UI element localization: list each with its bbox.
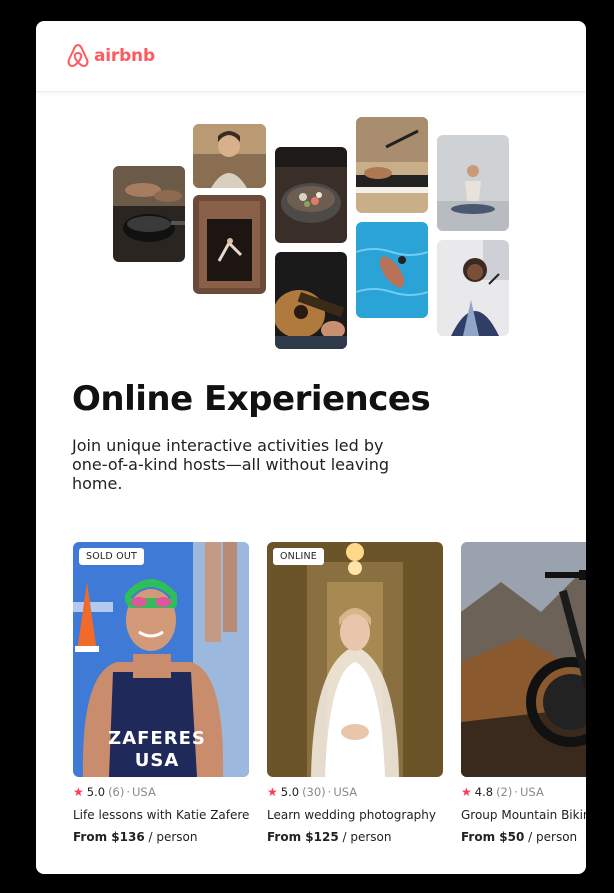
- separator-dot: ·: [327, 785, 332, 799]
- collage-photo-singer: [437, 240, 509, 336]
- experience-name[interactable]: Group Mountain Biking: [461, 808, 586, 822]
- rating-row: ★ 4.8 (2) · USA: [461, 785, 586, 799]
- experience-photo[interactable]: ONLINE: [267, 542, 443, 777]
- price-value: From $50: [461, 830, 525, 844]
- experience-photo[interactable]: [461, 542, 586, 777]
- experience-photo[interactable]: ZAFERES USA SOLD OUT: [73, 542, 249, 777]
- rating-row: ★ 5.0 (6) · USA: [73, 785, 249, 799]
- rating-value: 5.0: [86, 785, 106, 799]
- review-count: (30): [302, 785, 326, 799]
- rating-value: 4.8: [474, 785, 494, 799]
- price-row: From $125 / person: [267, 830, 443, 844]
- country: USA: [132, 785, 156, 799]
- collage-photo-guitar: [275, 252, 347, 349]
- price-value: From $136: [73, 830, 145, 844]
- collage-photo-yoga: [437, 135, 509, 231]
- hero-collage: [36, 21, 586, 361]
- experience-name[interactable]: Learn wedding photography: [267, 808, 443, 822]
- collage-photo-swimmer: [356, 222, 428, 318]
- star-icon: ★: [461, 785, 472, 799]
- review-count: (2): [496, 785, 513, 799]
- experience-name[interactable]: Life lessons with Katie Zaferes: [73, 808, 249, 822]
- experience-card[interactable]: ONLINE ★ 5.0 (30) · USA Learn wedding ph…: [267, 542, 443, 844]
- rating-value: 5.0: [280, 785, 300, 799]
- country: USA: [520, 785, 544, 799]
- country: USA: [333, 785, 358, 799]
- page-subtitle: Join unique interactive activities led b…: [72, 436, 390, 493]
- collage-photo-food-bowl: [275, 147, 347, 243]
- separator-dot: ·: [514, 785, 519, 799]
- collage-photo-dancer: [193, 195, 266, 294]
- status-badge: SOLD OUT: [79, 548, 144, 565]
- page-title: Online Experiences: [72, 379, 431, 419]
- star-icon: ★: [73, 785, 84, 799]
- experience-card[interactable]: ZAFERES USA SOLD OUT ★ 5.0 (6) · USA Lif…: [73, 542, 249, 844]
- star-icon: ★: [267, 785, 278, 799]
- price-unit: / person: [528, 830, 578, 844]
- status-badge: ONLINE: [273, 548, 324, 565]
- price-row: From $50 / person: [461, 830, 586, 844]
- collage-photo-piano: [356, 117, 428, 213]
- collage-photo-cooking: [113, 166, 185, 262]
- review-count: (6): [108, 785, 125, 799]
- collage-photo-host: [193, 124, 266, 188]
- experience-card[interactable]: ★ 4.8 (2) · USA Group Mountain Biking Fr…: [461, 542, 586, 844]
- price-row: From $136 / person: [73, 830, 249, 844]
- page-card: airbnb Online Experiences Join unique in…: [36, 21, 586, 874]
- price-unit: / person: [342, 830, 392, 844]
- price-unit: / person: [148, 830, 198, 844]
- rating-row: ★ 5.0 (30) · USA: [267, 785, 443, 799]
- jersey-text: ZAFERES USA: [108, 728, 206, 771]
- price-value: From $125: [267, 830, 339, 844]
- separator-dot: ·: [126, 785, 131, 799]
